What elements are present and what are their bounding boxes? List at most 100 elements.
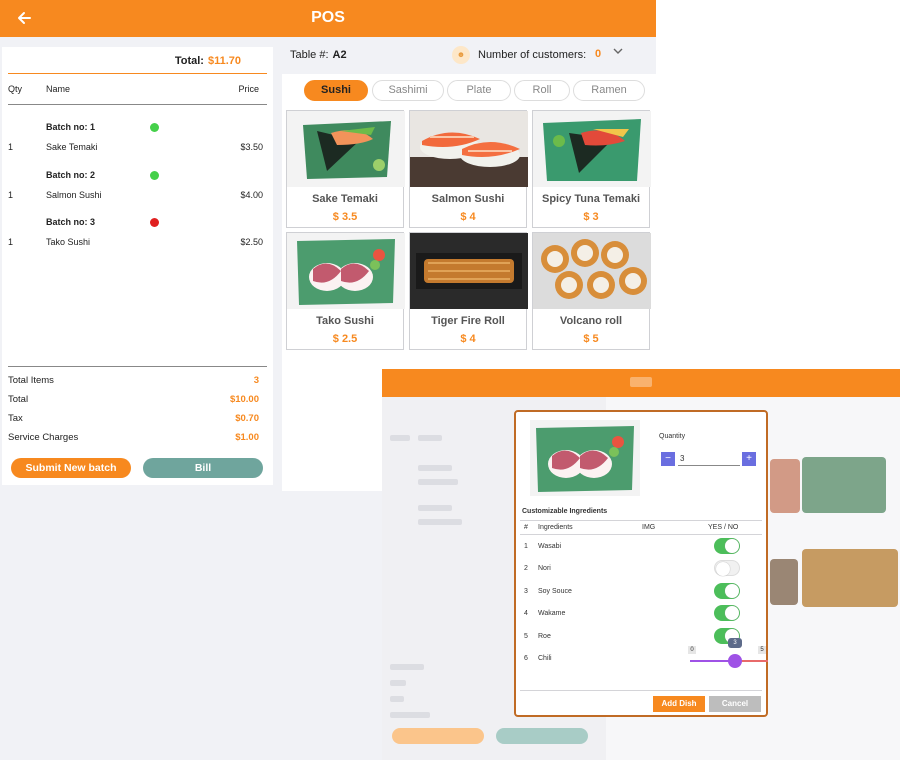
bill-button[interactable]: Bill	[143, 458, 263, 478]
quantity-increment-button[interactable]: +	[742, 452, 756, 466]
order-total-label: Total:	[174, 55, 204, 67]
faded-text	[390, 680, 406, 686]
quantity-input[interactable]: 3	[678, 452, 740, 466]
item-qty: 1	[8, 142, 14, 152]
dish-price: $ 4	[460, 211, 476, 223]
faded-title	[630, 377, 652, 387]
batch-status-dot	[150, 123, 159, 132]
dish-price: $ 3	[583, 211, 599, 223]
batch-label: Batch no: 1	[46, 122, 96, 132]
app-header: POS	[0, 0, 656, 37]
batch-status-dot	[150, 171, 159, 180]
quantity-decrement-button[interactable]: −	[661, 452, 675, 466]
col-ingredients: Ingredients	[538, 524, 573, 531]
order-item-row[interactable]: 1 Tako Sushi $2.50	[2, 237, 273, 249]
customize-dish-modal: Quantity − 3 + Customizable Ingredients …	[514, 410, 768, 717]
tab-sashimi[interactable]: Sashimi	[372, 80, 444, 101]
dish-card[interactable]: Sake Temaki $ 3.5	[286, 110, 405, 228]
dish-image	[533, 111, 651, 187]
order-total-header: Total: $11.70	[175, 55, 241, 67]
order-item-row[interactable]: 1 Salmon Sushi $4.00	[2, 190, 273, 202]
dish-card[interactable]: Salmon Sushi $ 4	[409, 110, 528, 228]
faded-text	[390, 435, 410, 441]
nori-toggle[interactable]	[714, 560, 740, 576]
dish-price: $ 5	[583, 333, 599, 345]
faded-text	[418, 435, 442, 441]
dish-price: $ 4	[460, 333, 476, 345]
app-title: POS	[311, 9, 345, 26]
divider	[8, 104, 267, 105]
dish-name: Salmon Sushi	[431, 193, 505, 205]
summary-value: $1.00	[235, 432, 259, 443]
dish-card[interactable]: Spicy Tuna Temaki $ 3	[532, 110, 651, 228]
col-name: Name	[46, 84, 71, 94]
faded-text	[418, 519, 462, 525]
batch-header: Batch no: 3	[2, 217, 273, 229]
item-name: Salmon Sushi	[46, 190, 102, 200]
item-name: Sake Temaki	[46, 142, 98, 152]
soy-souce-toggle[interactable]	[714, 583, 740, 599]
divider	[8, 366, 267, 367]
add-dish-button[interactable]: Add Dish	[653, 696, 705, 712]
order-columns: Qty Name Price	[2, 84, 273, 100]
faded-text	[390, 664, 424, 670]
dish-name: Tiger Fire Roll	[431, 315, 505, 327]
divider	[520, 534, 762, 535]
toggle-knob	[725, 606, 739, 620]
dish-name: Spicy Tuna Temaki	[541, 193, 640, 205]
tab-ramen[interactable]: Ramen	[573, 80, 645, 101]
tab-sushi[interactable]: Sushi	[304, 80, 368, 101]
faded-dish-image	[802, 549, 898, 607]
ingredient-num: 1	[524, 543, 528, 550]
cancel-button[interactable]: Cancel	[709, 696, 761, 712]
summary-row: Total $10.00	[2, 394, 273, 408]
customers-label: Number of customers:	[478, 49, 587, 61]
item-qty: 1	[8, 237, 14, 247]
dish-card[interactable]: Tako Sushi $ 2.5	[286, 232, 405, 350]
customers-count[interactable]: 0	[595, 48, 601, 60]
table-number: Table #: A2	[290, 49, 347, 61]
order-item-row[interactable]: 1 Sake Temaki $3.50	[2, 142, 273, 154]
tab-roll[interactable]: Roll	[514, 80, 570, 101]
ingredient-name: Soy Souce	[538, 588, 572, 595]
toggle-knob	[716, 562, 730, 576]
wakame-toggle[interactable]	[714, 605, 740, 621]
ingredient-name: Wasabi	[538, 543, 562, 550]
chili-slider-handle[interactable]	[728, 654, 742, 668]
col-qty: Qty	[8, 84, 23, 94]
ingredient-name: Nori	[538, 565, 551, 572]
dish-name: Tako Sushi	[316, 315, 374, 327]
faded-bill-button	[496, 728, 588, 744]
order-total-value: $11.70	[207, 55, 241, 67]
people-icon: ☻	[452, 46, 470, 64]
faded-text	[418, 465, 452, 471]
dish-name: Sake Temaki	[312, 193, 378, 205]
divider	[520, 520, 762, 521]
tab-plate[interactable]: Plate	[447, 80, 511, 101]
chili-slider-value: 3	[728, 638, 742, 648]
order-panel: Total: $11.70 Qty Name Price Batch no: 1 …	[2, 47, 273, 485]
submit-new-batch-button[interactable]: Submit New batch	[11, 458, 131, 478]
customizable-ingredients-title: Customizable Ingredients	[522, 508, 608, 515]
col-price: Price	[238, 84, 259, 94]
summary-value: 3	[253, 375, 259, 386]
dish-image	[533, 233, 651, 309]
batch-label: Batch no: 3	[46, 217, 96, 227]
dish-image	[287, 111, 405, 187]
summary-label: Service Charges	[8, 432, 79, 443]
ingredient-num: 5	[524, 633, 528, 640]
dish-card[interactable]: Volcano roll $ 5	[532, 232, 651, 350]
chevron-down-icon[interactable]	[612, 45, 624, 60]
summary-label: Total	[8, 394, 29, 405]
faded-text	[390, 696, 404, 702]
divider	[8, 73, 267, 74]
ingredient-name: Chili	[538, 655, 552, 662]
wasabi-toggle[interactable]	[714, 538, 740, 554]
toggle-knob	[725, 584, 739, 598]
dish-card[interactable]: Tiger Fire Roll $ 4	[409, 232, 528, 350]
item-price: $2.50	[240, 237, 263, 247]
ingredient-name: Roe	[538, 633, 551, 640]
item-price: $3.50	[240, 142, 263, 152]
table-label: Table #:	[290, 49, 329, 61]
faded-dish-image	[770, 559, 798, 605]
